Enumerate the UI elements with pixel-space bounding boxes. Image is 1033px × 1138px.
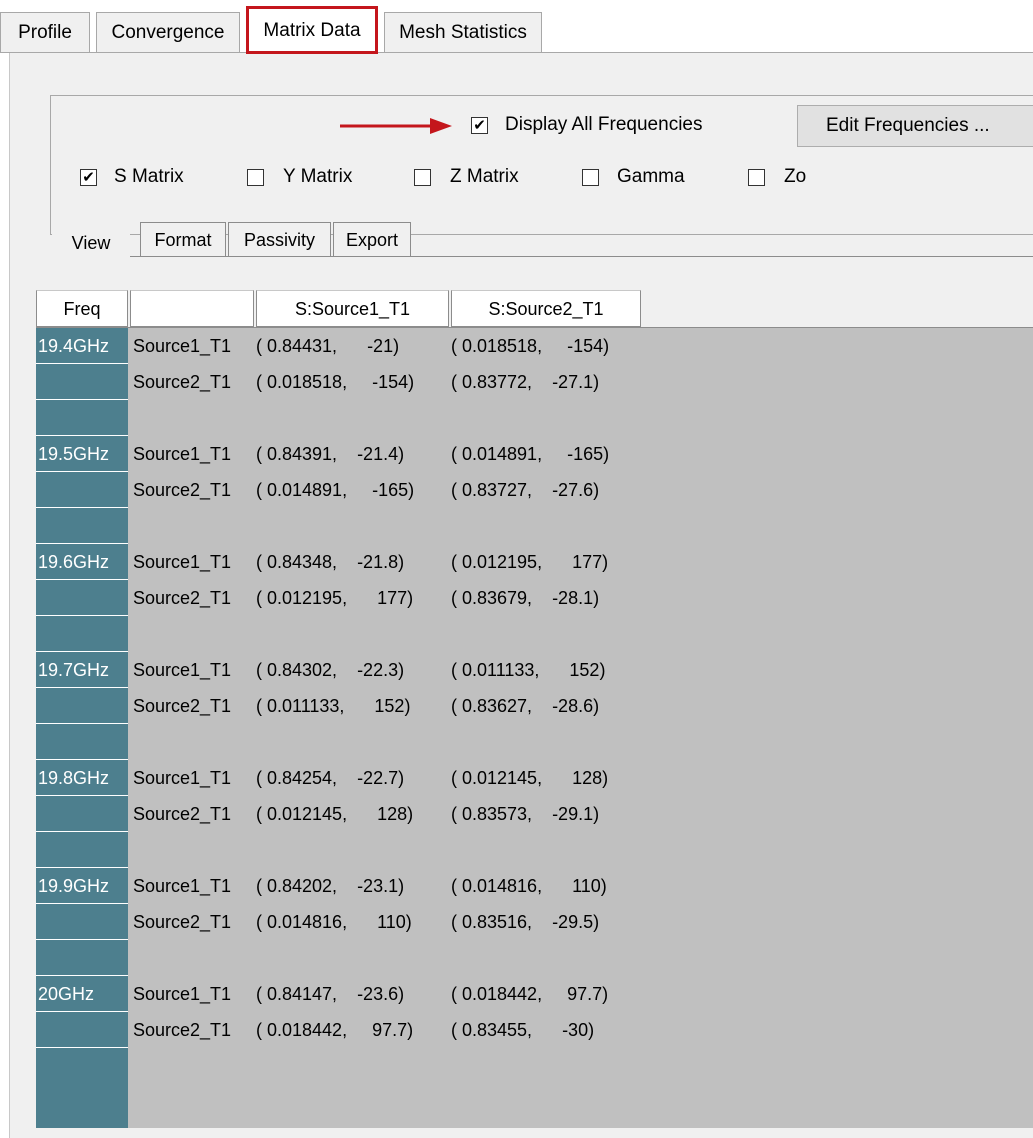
cell-s-source1[interactable]: ( 0.014816, 110) — [256, 904, 412, 940]
freq-cell[interactable] — [36, 400, 128, 436]
zo-label: Zo — [784, 166, 807, 187]
cell-s-source2[interactable]: ( 0.83627, -28.6) — [451, 688, 599, 724]
cell-s-source2[interactable]: ( 0.011133, 152) — [451, 652, 605, 688]
display-all-frequencies-checkbox[interactable]: ✔ — [471, 117, 488, 134]
row-label[interactable]: Source2_T1 — [133, 1012, 231, 1048]
freq-cell[interactable] — [36, 724, 128, 760]
subtab-format[interactable]: Format — [140, 222, 226, 256]
cell-s-source2[interactable]: ( 0.83679, -28.1) — [451, 580, 599, 616]
cell-s-source2[interactable]: ( 0.83455, -30) — [451, 1012, 594, 1048]
cell-s-source1[interactable]: ( 0.84302, -22.3) — [256, 652, 404, 688]
tab-strip: Profile Convergence Matrix Data Mesh Sta… — [0, 0, 1033, 54]
freq-cell[interactable] — [36, 580, 128, 616]
s-matrix-checkbox[interactable]: ✔ — [80, 169, 97, 186]
gamma-label: Gamma — [617, 166, 685, 187]
cell-s-source2[interactable]: ( 0.83727, -27.6) — [451, 472, 599, 508]
cell-s-source1[interactable]: ( 0.84147, -23.6) — [256, 976, 404, 1012]
freq-cell[interactable]: 20GHz — [36, 976, 128, 1012]
cell-s-source1[interactable]: ( 0.84254, -22.7) — [256, 760, 404, 796]
freq-cell[interactable]: 19.7GHz — [36, 652, 128, 688]
freq-cell[interactable] — [36, 904, 128, 940]
freq-cell[interactable] — [36, 688, 128, 724]
cell-s-source1[interactable]: ( 0.84431, -21) — [256, 328, 399, 364]
freq-cell[interactable]: 19.5GHz — [36, 436, 128, 472]
header-port[interactable] — [130, 290, 254, 327]
cell-s-source1[interactable]: ( 0.014891, -165) — [256, 472, 414, 508]
y-matrix-label: Y Matrix — [283, 166, 353, 187]
cell-s-source1[interactable]: ( 0.84391, -21.4) — [256, 436, 404, 472]
header-s-source1[interactable]: S:Source1_T1 — [256, 290, 449, 327]
freq-cell[interactable] — [36, 1012, 128, 1048]
cell-s-source1[interactable]: ( 0.011133, 152) — [256, 688, 410, 724]
freq-cell[interactable] — [36, 940, 128, 976]
tab-matrix-data[interactable]: Matrix Data — [246, 6, 378, 54]
freq-cell[interactable] — [36, 508, 128, 544]
freq-cell[interactable] — [36, 472, 128, 508]
y-matrix-checkbox[interactable] — [247, 169, 264, 186]
row-label[interactable]: Source2_T1 — [133, 688, 231, 724]
freq-cell[interactable]: 19.8GHz — [36, 760, 128, 796]
cell-s-source1[interactable]: ( 0.018518, -154) — [256, 364, 414, 400]
cell-s-source1[interactable]: ( 0.012195, 177) — [256, 580, 413, 616]
cell-s-source2[interactable]: ( 0.83573, -29.1) — [451, 796, 599, 832]
row-label[interactable]: Source1_T1 — [133, 976, 231, 1012]
freq-cell[interactable]: 19.9GHz — [36, 868, 128, 904]
header-freq[interactable]: Freq — [36, 290, 128, 327]
tab-convergence[interactable]: Convergence — [96, 12, 240, 52]
cell-s-source2[interactable]: ( 0.012145, 128) — [451, 760, 608, 796]
cell-s-source2[interactable]: ( 0.014891, -165) — [451, 436, 609, 472]
cell-s-source2[interactable]: ( 0.018518, -154) — [451, 328, 609, 364]
tab-profile[interactable]: Profile — [0, 12, 90, 52]
row-label[interactable]: Source2_T1 — [133, 364, 231, 400]
subtab-divider — [130, 256, 1033, 257]
row-label[interactable]: Source1_T1 — [133, 868, 231, 904]
subtab-view[interactable]: View — [52, 226, 130, 264]
freq-column: 19.4GHz 19.5GHz 19.6GHz 19.7GHz 19.8GHz 19.9G… — [36, 328, 128, 1128]
cell-s-source1[interactable]: ( 0.018442, 97.7) — [256, 1012, 413, 1048]
freq-cell[interactable] — [36, 364, 128, 400]
tab-mesh-statistics[interactable]: Mesh Statistics — [384, 12, 542, 52]
cell-s-source2[interactable]: ( 0.018442, 97.7) — [451, 976, 608, 1012]
freq-cell[interactable]: 19.6GHz — [36, 544, 128, 580]
z-matrix-label: Z Matrix — [450, 166, 519, 187]
cell-s-source2[interactable]: ( 0.83516, -29.5) — [451, 904, 599, 940]
row-label[interactable]: Source1_T1 — [133, 760, 231, 796]
cell-s-source2[interactable]: ( 0.014816, 110) — [451, 868, 607, 904]
cell-s-source1[interactable]: ( 0.84202, -23.1) — [256, 868, 404, 904]
row-label[interactable]: Source1_T1 — [133, 544, 231, 580]
subtab-export[interactable]: Export — [333, 222, 411, 256]
freq-cell[interactable]: 19.4GHz — [36, 328, 128, 364]
cell-s-source1[interactable]: ( 0.012145, 128) — [256, 796, 413, 832]
row-label[interactable]: Source1_T1 — [133, 328, 231, 364]
row-label[interactable]: Source1_T1 — [133, 652, 231, 688]
freq-cell[interactable] — [36, 832, 128, 868]
cell-s-source2[interactable]: ( 0.83772, -27.1) — [451, 364, 599, 400]
display-all-frequencies-label: Display All Frequencies — [505, 114, 703, 135]
header-s-source2[interactable]: S:Source2_T1 — [451, 290, 641, 327]
gamma-checkbox[interactable] — [582, 169, 599, 186]
grid-header-row: Freq S:Source1_T1 S:Source2_T1 — [36, 290, 1033, 328]
edit-frequencies-button[interactable]: Edit Frequencies ... — [797, 105, 1033, 147]
row-label[interactable]: Source1_T1 — [133, 436, 231, 472]
arrow-right-icon — [340, 118, 452, 134]
row-label[interactable]: Source2_T1 — [133, 796, 231, 832]
freq-cell[interactable] — [36, 616, 128, 652]
subtab-passivity[interactable]: Passivity — [228, 222, 331, 256]
row-label[interactable]: Source2_T1 — [133, 580, 231, 616]
cell-s-source2[interactable]: ( 0.012195, 177) — [451, 544, 608, 580]
cell-s-source1[interactable]: ( 0.84348, -21.8) — [256, 544, 404, 580]
zo-checkbox[interactable] — [748, 169, 765, 186]
freq-cell[interactable] — [36, 796, 128, 832]
z-matrix-checkbox[interactable] — [414, 169, 431, 186]
row-label[interactable]: Source2_T1 — [133, 472, 231, 508]
s-matrix-label: S Matrix — [114, 166, 184, 187]
row-label[interactable]: Source2_T1 — [133, 904, 231, 940]
